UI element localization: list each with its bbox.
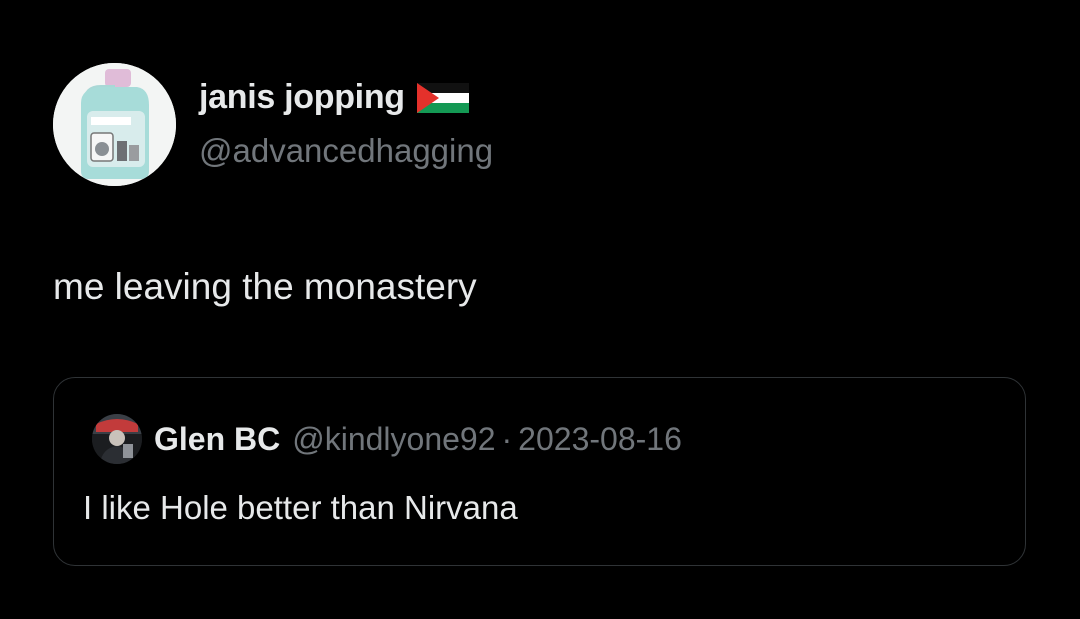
quoted-author-avatar[interactable] xyxy=(92,414,142,464)
meta-separator: · xyxy=(501,420,513,457)
tweet-text: me leaving the monastery xyxy=(53,266,477,307)
author-handle[interactable]: @advancedhagging xyxy=(199,132,493,170)
detergent-bottle-icon xyxy=(53,63,176,186)
palestine-flag-icon xyxy=(416,82,469,113)
quoted-tweet-card[interactable]: Glen BC @kindlyone92 · 2023-08-16 I like… xyxy=(53,377,1026,566)
quoted-author-display-name[interactable]: Glen BC xyxy=(154,421,280,458)
author-avatar[interactable] xyxy=(53,63,176,186)
author-display-name[interactable]: janis jopping xyxy=(199,78,405,117)
author-name-row: janis jopping xyxy=(199,78,469,117)
quoted-tweet-date[interactable]: 2023-08-16 xyxy=(518,421,682,458)
tweet-card[interactable]: janis jopping @advancedhagging me leavin… xyxy=(0,0,1080,619)
user-photo-icon xyxy=(92,414,142,464)
quoted-tweet-text: I like Hole better than Nirvana xyxy=(83,489,518,526)
quoted-author-handle[interactable]: @kindlyone92 xyxy=(292,421,495,458)
quoted-tweet-header: Glen BC @kindlyone92 · 2023-08-16 xyxy=(92,414,682,464)
